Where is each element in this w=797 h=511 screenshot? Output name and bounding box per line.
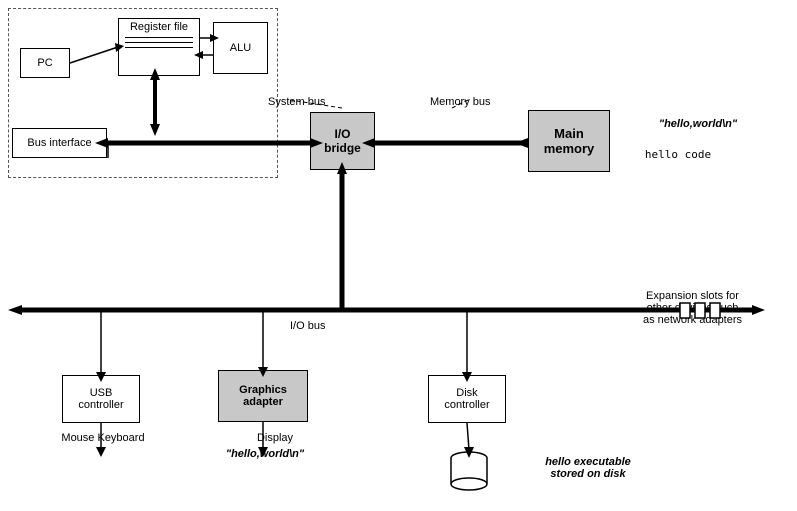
main-memory-label: Mainmemory: [544, 126, 595, 156]
system-bus-label: System bus: [268, 96, 325, 108]
graphics-adapter-box: Graphicsadapter: [218, 370, 308, 422]
graphics-adapter-label: Graphicsadapter: [239, 384, 287, 408]
usb-controller-box: USBcontroller: [62, 375, 140, 423]
computer-architecture-diagram: PC Register file ALU Bus interface I/Obr…: [0, 0, 797, 511]
register-file-label: Register file: [119, 21, 199, 33]
display-label: Display: [235, 432, 315, 444]
usb-controller-label: USBcontroller: [78, 387, 123, 411]
hello-code-label: hello code: [618, 148, 738, 161]
mouse-keyboard-label: Mouse Keyboard: [48, 432, 158, 444]
register-file-box: Register file: [118, 18, 200, 76]
pc-label: PC: [37, 57, 52, 69]
expansion-slots-label: Expansion slots forother devices suchas …: [615, 290, 770, 326]
hello-world-label: "hello,world\n": [618, 118, 778, 130]
main-memory-box: Mainmemory: [528, 110, 610, 172]
io-bridge-box: I/Obridge: [310, 112, 375, 170]
disk-controller-label: Diskcontroller: [444, 387, 489, 411]
io-bridge-label: I/Obridge: [324, 127, 361, 155]
pc-box: PC: [20, 48, 70, 78]
disk-icon: [448, 450, 490, 492]
io-bus-label: I/O bus: [290, 320, 325, 332]
hello-world-display-label: "hello,world\n": [205, 448, 325, 460]
hello-executable-label: hello executablestored on disk: [518, 456, 658, 480]
alu-box: ALU: [213, 22, 268, 74]
alu-label: ALU: [230, 42, 251, 54]
memory-bus-label: Memory bus: [430, 96, 491, 108]
bus-interface-label: Bus interface: [27, 137, 91, 149]
bus-interface-box: Bus interface: [12, 128, 107, 158]
disk-controller-box: Diskcontroller: [428, 375, 506, 423]
